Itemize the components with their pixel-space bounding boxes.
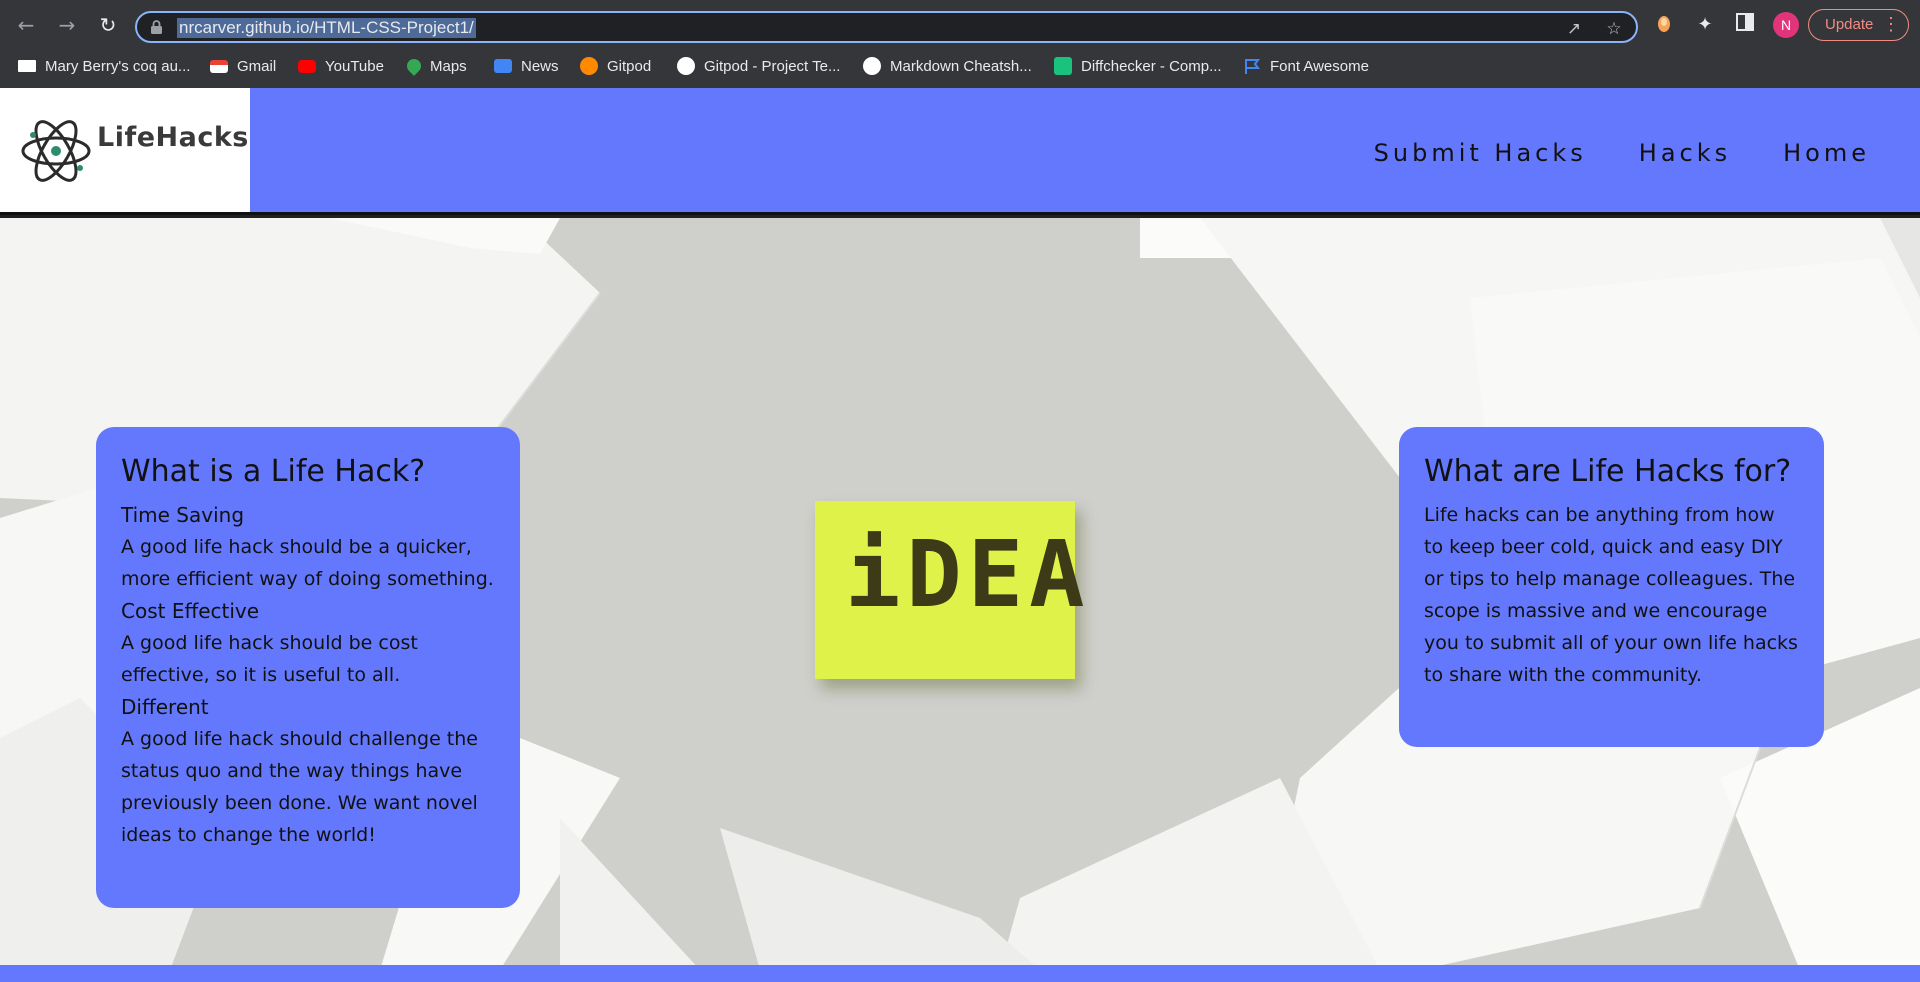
- update-button[interactable]: Update ⋮: [1808, 9, 1909, 41]
- card-title: What is a Life Hack?: [121, 454, 426, 489]
- logo-text: LifeHacks: [97, 122, 249, 153]
- main-nav: Submit Hacks Hacks Home: [1374, 139, 1870, 167]
- bookmark-item[interactable]: Maps: [404, 50, 467, 82]
- bookmark-label: Gitpod: [607, 57, 652, 75]
- web-page: LifeHacks Submit Hacks Hacks Home iDEA W…: [0, 88, 1920, 982]
- maps-icon: [404, 56, 424, 76]
- bookmark-label: Maps: [430, 57, 467, 75]
- bookmark-label: Font Awesome: [1270, 57, 1369, 75]
- bookmark-label: Gitpod - Project Te...: [704, 57, 841, 75]
- bookmark-item[interactable]: YouTube: [298, 50, 384, 82]
- side-panel-icon[interactable]: [1733, 13, 1757, 37]
- hero-section: iDEA What is a Life Hack? Time Saving A …: [0, 218, 1920, 970]
- card-subheading: Different: [121, 695, 209, 719]
- profile-avatar[interactable]: N: [1773, 12, 1799, 38]
- back-icon[interactable]: ←: [12, 11, 40, 39]
- url-text[interactable]: nrcarver.github.io/HTML-CSS-Project1/: [177, 18, 476, 38]
- browser-toolbar: ← → ↻ nrcarver.github.io/HTML-CSS-Projec…: [0, 0, 1920, 50]
- atom-icon: [21, 120, 91, 182]
- news-icon: [494, 59, 512, 73]
- card-title: What are Life Hacks for?: [1424, 454, 1792, 489]
- bookmark-label: Diffchecker - Comp...: [1081, 57, 1222, 75]
- bookmark-item[interactable]: Diffchecker - Comp...: [1054, 50, 1222, 82]
- card-text: A good life hack should challenge the st…: [121, 728, 478, 846]
- more-icon[interactable]: ⋮: [1882, 10, 1900, 39]
- github-icon: [863, 57, 881, 75]
- address-bar[interactable]: nrcarver.github.io/HTML-CSS-Project1/ ↗ …: [135, 11, 1638, 43]
- bookmark-label: Markdown Cheatsh...: [890, 57, 1032, 75]
- bookmark-label: News: [521, 57, 559, 75]
- bookmark-item[interactable]: Gitpod: [580, 50, 651, 82]
- diffchecker-icon: [1054, 57, 1072, 75]
- bookmark-item[interactable]: News: [494, 50, 559, 82]
- bookmarks-bar: Mary Berry's coq au... Gmail YouTube Map…: [0, 50, 1920, 88]
- site-header: LifeHacks Submit Hacks Hacks Home: [0, 88, 1920, 215]
- bookmark-label: YouTube: [325, 57, 384, 75]
- sticky-note-text: iDEA: [845, 521, 1091, 628]
- bookmark-item[interactable]: Font Awesome: [1243, 50, 1369, 82]
- share-icon[interactable]: ↗: [1563, 18, 1585, 40]
- flag-icon: [1245, 59, 1260, 74]
- bookmark-item[interactable]: Mary Berry's coq au...: [18, 50, 190, 82]
- gitpod-icon: [580, 57, 598, 75]
- nav-link-home[interactable]: Home: [1783, 139, 1870, 167]
- bookmark-item[interactable]: Gmail: [210, 50, 276, 82]
- card-text: Life hacks can be anything from how to k…: [1424, 504, 1798, 686]
- card-subheading: Time Saving: [121, 503, 245, 527]
- idea-sticky-note: iDEA: [815, 501, 1085, 679]
- github-icon: [677, 57, 695, 75]
- update-label: Update: [1825, 16, 1874, 33]
- card-text: A good life hack should be cost effectiv…: [121, 632, 418, 686]
- youtube-icon: [298, 59, 316, 73]
- reload-icon[interactable]: ↻: [94, 11, 122, 39]
- site-footer: [0, 965, 1920, 982]
- extension-icon[interactable]: [1652, 13, 1676, 37]
- info-card-what-is: What is a Life Hack? Time Saving A good …: [96, 427, 520, 908]
- lock-icon: [151, 20, 162, 34]
- nav-link-hacks[interactable]: Hacks: [1639, 139, 1731, 167]
- bookmark-item[interactable]: Markdown Cheatsh...: [863, 50, 1032, 82]
- gmail-icon: [210, 59, 228, 73]
- info-card-what-for: What are Life Hacks for? Life hacks can …: [1399, 427, 1824, 747]
- forward-icon[interactable]: →: [53, 11, 81, 39]
- puzzle-icon[interactable]: ✦: [1693, 13, 1717, 37]
- card-text: A good life hack should be a quicker, mo…: [121, 536, 494, 590]
- bookmark-favicon-icon: [18, 60, 36, 72]
- site-logo[interactable]: LifeHacks: [0, 88, 250, 212]
- bookmark-label: Mary Berry's coq au...: [45, 57, 191, 75]
- bookmark-label: Gmail: [237, 57, 277, 75]
- bookmark-star-icon[interactable]: ☆: [1603, 18, 1625, 40]
- nav-link-submit-hacks[interactable]: Submit Hacks: [1374, 139, 1587, 167]
- bookmark-item[interactable]: Gitpod - Project Te...: [677, 50, 840, 82]
- card-subheading: Cost Effective: [121, 599, 260, 623]
